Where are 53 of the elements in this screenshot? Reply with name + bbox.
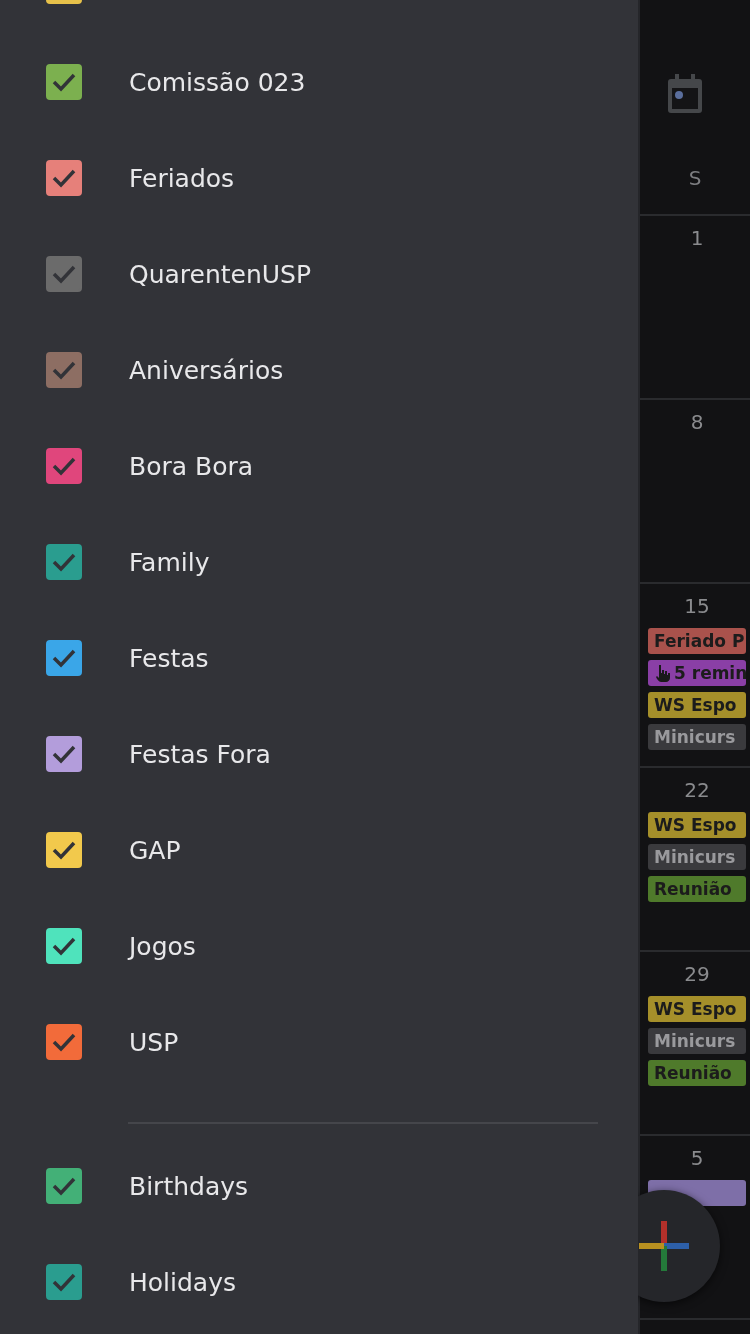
calendar-item[interactable]: Holidays: [0, 1234, 638, 1330]
checkbox[interactable]: [46, 1264, 82, 1300]
calendar-name: Birthdays: [129, 1171, 249, 1201]
calendar-name: QuarentenUSP: [129, 259, 312, 289]
checkbox[interactable]: [46, 736, 82, 772]
calendar-name: Festas Fora: [129, 739, 271, 769]
calendar-name: Jogos: [129, 931, 196, 961]
calendar-item[interactable]: Birthdays: [0, 1138, 638, 1234]
checkbox[interactable]: [46, 640, 82, 676]
checkbox[interactable]: [46, 1024, 82, 1060]
day-number: 15: [684, 594, 710, 618]
day-number: 8: [690, 410, 704, 434]
checkbox[interactable]: [46, 448, 82, 484]
event-chip[interactable]: WS Espo: [648, 996, 746, 1022]
calendar-name: GAP: [129, 835, 181, 865]
day-number: 5: [690, 1146, 704, 1170]
calendar-icon[interactable]: [667, 74, 703, 114]
calendar-name: Comissão 023: [129, 67, 306, 97]
day-number: 1: [690, 226, 704, 250]
calendar-name: Family: [129, 547, 210, 577]
checkbox[interactable]: [46, 256, 82, 292]
checkbox[interactable]: [46, 64, 82, 100]
calendar-item[interactable]: Feriados: [0, 130, 638, 226]
calendar-name: USP: [129, 1027, 179, 1057]
calendar-name: Aniversários: [129, 355, 284, 385]
calendar-item[interactable]: Comissão 023: [0, 34, 638, 130]
calendar-item[interactable]: Jogos: [0, 898, 638, 994]
checkbox[interactable]: [46, 160, 82, 196]
calendar-name: Festas: [129, 643, 209, 673]
calendar-item[interactable]: USP: [0, 994, 638, 1090]
event-chip[interactable]: WS Espo: [648, 692, 746, 718]
checkbox[interactable]: [46, 352, 82, 388]
calendar-item[interactable]: Family: [0, 514, 638, 610]
day-number: 29: [684, 962, 710, 986]
calendar-name: Feriados: [129, 163, 235, 193]
calendar-item[interactable]: GAP: [0, 802, 638, 898]
plus-icon: [639, 1221, 689, 1271]
calendar-name: Holidays: [129, 1267, 236, 1297]
calendar-item[interactable]: QuarentenUSP: [0, 226, 638, 322]
hand-icon: [654, 664, 670, 682]
event-chip[interactable]: Minicurs: [648, 724, 746, 750]
event-chip[interactable]: Minicurs: [648, 844, 746, 870]
checkbox[interactable]: [46, 1168, 82, 1204]
day-number: 22: [684, 778, 710, 802]
calendar-name: Bora Bora: [129, 451, 254, 481]
event-chip[interactable]: WS Espo: [648, 812, 746, 838]
weekday-label: S: [688, 166, 702, 190]
calendar-item[interactable]: Festas Fora: [0, 706, 638, 802]
event-chip[interactable]: Minicurs: [648, 1028, 746, 1054]
calendar-item[interactable]: Aniversários: [0, 322, 638, 418]
checkbox[interactable]: [46, 544, 82, 580]
calendar-item[interactable]: Festas: [0, 610, 638, 706]
calendar-item[interactable]: Bora Bora: [0, 418, 638, 514]
